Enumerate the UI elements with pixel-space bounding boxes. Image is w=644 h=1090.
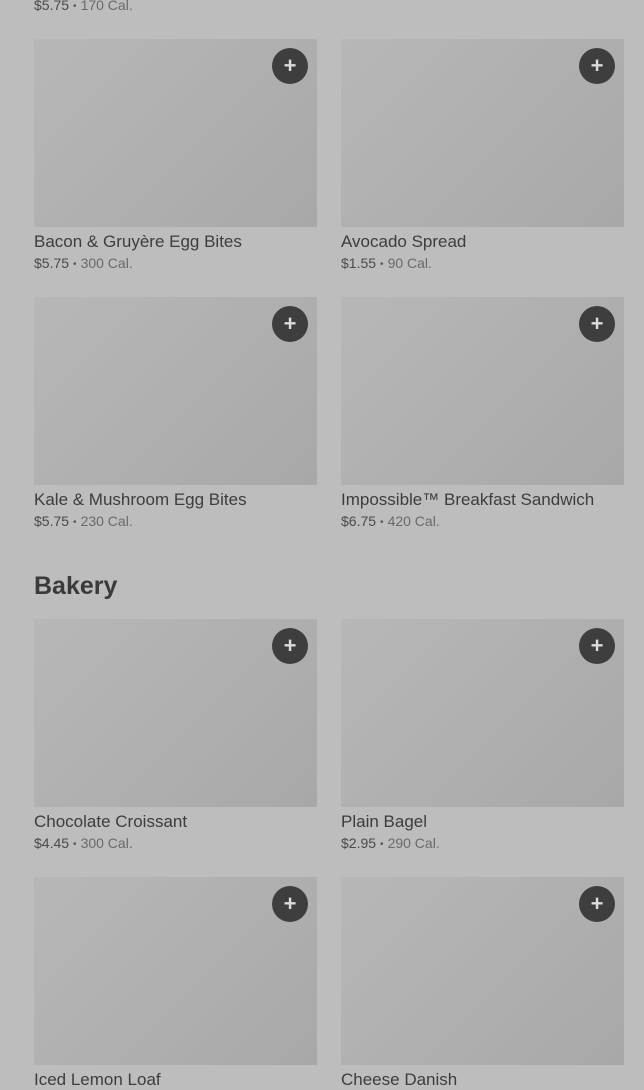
item-price: $5.75 [34, 513, 70, 529]
item-name[interactable]: Chocolate Croissant [34, 812, 317, 832]
item-meta: $5.75 • 230 Cal. [34, 513, 317, 531]
add-item-button[interactable]: + [272, 306, 308, 342]
separator-dot: • [73, 517, 77, 528]
item-name[interactable]: Kale & Mushroom Egg Bites [34, 490, 317, 510]
add-item-button[interactable]: + [579, 48, 615, 84]
item-price: $1.55 [341, 255, 377, 271]
item-calories: 170 Cal. [80, 0, 133, 13]
item-name[interactable]: Iced Lemon Loaf [34, 1070, 317, 1090]
item-price: $4.45 [34, 835, 70, 851]
partial-item-meta: $5.75 • 170 Cal. [34, 0, 133, 16]
item-name[interactable]: Impossible™ Breakfast Sandwich [341, 490, 624, 510]
item-image[interactable]: + [341, 619, 624, 807]
add-item-button[interactable]: + [579, 306, 615, 342]
item-calories: 290 Cal. [387, 835, 440, 851]
item-calories: 90 Cal. [387, 255, 432, 271]
item-image[interactable]: + [34, 39, 317, 227]
item-image[interactable]: + [341, 297, 624, 485]
separator-dot: • [380, 259, 384, 270]
separator-dot: • [73, 259, 77, 270]
item-image[interactable]: + [34, 297, 317, 485]
item-name[interactable]: Bacon & Gruyère Egg Bites [34, 232, 317, 252]
add-item-button[interactable]: + [272, 48, 308, 84]
item-image[interactable]: + [34, 619, 317, 807]
menu-item-card[interactable]: + Bacon & Gruyère Egg Bites $5.75 • 300 Ca… [34, 39, 317, 273]
menu-item-card[interactable]: + Impossible™ Breakfast Sandwich $6.75 • 4… [341, 297, 624, 531]
menu-item-card[interactable]: + Avocado Spread $1.55 • 90 Cal. [341, 39, 624, 273]
menu-item-card[interactable]: + Plain Bagel $2.95 • 290 Cal. [341, 619, 624, 853]
item-image[interactable]: + [341, 877, 624, 1065]
menu-item-card[interactable]: + Cheese Danish [341, 877, 624, 1090]
section-title-bakery: Bakery [34, 572, 118, 600]
item-name[interactable]: Avocado Spread [341, 232, 624, 252]
menu-item-card[interactable]: + Chocolate Croissant $4.45 • 300 Cal. [34, 619, 317, 853]
item-calories: 300 Cal. [80, 255, 133, 271]
separator-dot: • [380, 839, 384, 850]
item-name[interactable]: Plain Bagel [341, 812, 624, 832]
item-meta: $1.55 • 90 Cal. [341, 255, 624, 273]
separator-dot: • [73, 839, 77, 850]
menu-item-card[interactable]: + Iced Lemon Loaf [34, 877, 317, 1090]
menu-item-card[interactable]: + Kale & Mushroom Egg Bites $5.75 • 230 Ca… [34, 297, 317, 531]
menu-page: $5.75 • 170 Cal. + Bacon & Gruyère Egg Bit… [0, 0, 644, 1089]
add-item-button[interactable]: + [272, 886, 308, 922]
item-meta: $2.95 • 290 Cal. [341, 835, 624, 853]
item-price: $5.75 [34, 255, 70, 271]
item-price: $2.95 [341, 835, 377, 851]
item-meta: $6.75 • 420 Cal. [341, 513, 624, 531]
item-price: $6.75 [341, 513, 377, 529]
item-image[interactable]: + [341, 39, 624, 227]
item-name[interactable]: Cheese Danish [341, 1070, 624, 1090]
separator-dot: • [73, 1, 77, 12]
item-calories: 420 Cal. [387, 513, 440, 529]
item-calories: 230 Cal. [80, 513, 133, 529]
separator-dot: • [380, 517, 384, 528]
item-meta: $5.75 • 300 Cal. [34, 255, 317, 273]
item-meta: $4.45 • 300 Cal. [34, 835, 317, 853]
item-image[interactable]: + [34, 877, 317, 1065]
add-item-button[interactable]: + [579, 886, 615, 922]
item-price: $5.75 [34, 0, 70, 13]
add-item-button[interactable]: + [272, 628, 308, 664]
item-calories: 300 Cal. [80, 835, 133, 851]
add-item-button[interactable]: + [579, 628, 615, 664]
